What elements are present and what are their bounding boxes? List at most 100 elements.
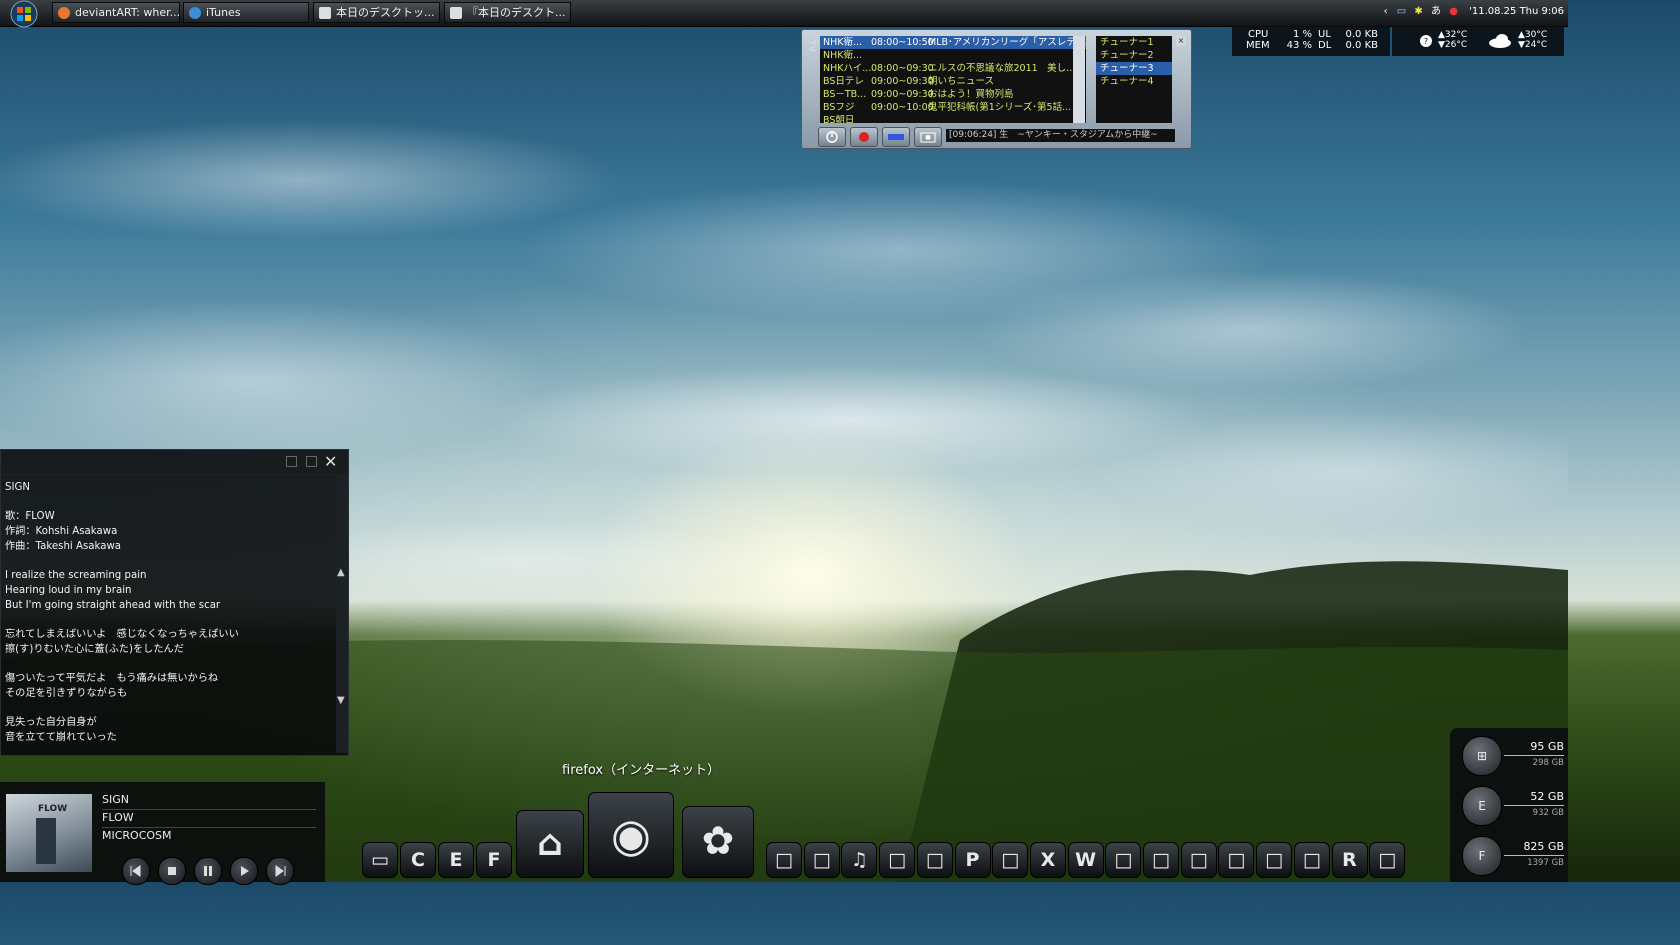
p-icon[interactable]: P	[954, 842, 991, 878]
home-icon[interactable]: ⌂	[516, 810, 584, 878]
computer-icon[interactable]: ▭	[362, 842, 398, 878]
puzzle-icon[interactable]: □	[1105, 842, 1142, 878]
program-channel: BS日テレ	[823, 76, 864, 87]
ime-indicator[interactable]: あ	[1431, 6, 1441, 17]
drive-usage-bar	[1504, 805, 1564, 806]
task-label: iTunes	[206, 6, 241, 19]
lyric-line: 作詞：Kohshi Asakawa	[5, 526, 118, 538]
program-time: 09:00~09:30	[871, 76, 934, 87]
drive-e-icon[interactable]: E	[438, 842, 474, 878]
dock-label: firefox（インターネット）	[562, 763, 721, 778]
today-low: ▼26°C	[1438, 40, 1468, 50]
dl-label: DL	[1318, 40, 1332, 51]
music-icon[interactable]: ♫	[841, 842, 878, 878]
lyric-line	[5, 613, 331, 628]
display-icon[interactable]: □	[1256, 842, 1293, 878]
mem-value: 43 %	[1286, 40, 1312, 51]
clock[interactable]: '11.08.25 Thu 9:06	[1469, 6, 1564, 17]
itunes-dock-icon[interactable]: □	[803, 842, 840, 878]
firefox-dock-icon[interactable]: ◉	[588, 792, 674, 878]
program-row[interactable]: BS－TB... 09:00~09:30おはよう！買物列島	[820, 88, 1086, 101]
power-button[interactable]	[818, 127, 846, 147]
stop-button[interactable]	[158, 857, 186, 885]
previous-button[interactable]	[122, 857, 150, 885]
minimize-icon[interactable]	[286, 456, 297, 467]
program-row[interactable]: BS朝日	[820, 114, 1086, 123]
drive-icon[interactable]: ⊞	[1462, 736, 1502, 776]
program-row[interactable]: BSフジ 09:00~10:00鬼平犯科帳(第1シリーズ･第5話...	[820, 101, 1086, 114]
tuner-list[interactable]: チューナー1 チューナー2 チューナー3 チューナー4	[1096, 36, 1172, 123]
drive-icon[interactable]: F	[1462, 836, 1502, 876]
program-list-scrollbar[interactable]	[1073, 36, 1085, 123]
program-row[interactable]: NHK衛... 08:00~10:50MLB･アメリカンリーグ「アスレティ...	[820, 36, 1086, 49]
drive-total: 298 GB	[1532, 758, 1564, 768]
program-list[interactable]: NHK衛... 08:00~10:50MLB･アメリカンリーグ「アスレティ... N…	[820, 36, 1086, 123]
view-button[interactable]	[882, 127, 910, 147]
w-icon[interactable]: W	[1067, 842, 1104, 878]
program-row[interactable]: NHK衛...	[820, 49, 1086, 62]
task-button-desktop-2[interactable]: 『本日のデスクト...	[444, 2, 571, 23]
drive-total: 1397 GB	[1527, 858, 1564, 868]
clapper-icon[interactable]: □	[916, 842, 953, 878]
tuner-close-button[interactable]: ×	[1176, 36, 1186, 46]
tray-expand-icon[interactable]: ‹	[1384, 6, 1388, 17]
drive-f-icon[interactable]: F	[476, 842, 512, 878]
system-tray: ‹ ▭ ✱ あ ● '11.08.25 Thu 9:06	[1384, 0, 1564, 26]
tuner-item[interactable]: チューナー3	[1096, 62, 1172, 75]
tuner-item[interactable]: チューナー2	[1096, 49, 1172, 62]
power-icon[interactable]: □	[1293, 842, 1330, 878]
user-icon[interactable]: ✱	[1414, 6, 1422, 17]
task-label: 『本日のデスクト...	[467, 6, 566, 19]
next-button[interactable]	[266, 857, 294, 885]
hand-icon[interactable]: □	[879, 842, 916, 878]
drive-c-icon[interactable]: C	[400, 842, 436, 878]
drive-icon[interactable]: E	[1462, 786, 1502, 826]
tool-icon[interactable]: □	[992, 842, 1029, 878]
lyrics-window: ✕ SIGN 歌：FLOW 作詞：Kohshi Asakawa 作曲：Takeshi …	[0, 449, 349, 756]
paint-icon[interactable]: □	[1218, 842, 1255, 878]
task-button-desktop-1[interactable]: 本日のデスクトッ...	[313, 2, 440, 23]
drive-usage-bar	[1504, 855, 1564, 856]
program-time: 09:00~10:00	[871, 102, 934, 113]
lyric-line	[5, 554, 331, 569]
pause-button[interactable]	[194, 857, 222, 885]
network-icon[interactable]: ▭	[1397, 6, 1406, 17]
lyrics-scrollbar[interactable]: ▲ ▼	[336, 475, 348, 753]
program-row[interactable]: BS日テレ 09:00~09:30朝いちニュース	[820, 75, 1086, 88]
window-icon	[450, 7, 462, 19]
security-icon[interactable]: ●	[1449, 6, 1458, 17]
tuner-item[interactable]: チューナー1	[1096, 36, 1172, 49]
blank-icon[interactable]: □	[1369, 842, 1406, 878]
lyric-line: 忘れてしまえばいいよ 感じなくなっちゃえばいい	[5, 628, 239, 640]
lyric-line: Hearing loud in my brain	[5, 584, 132, 596]
program-row[interactable]: NHKハイ...08:00~09:30ニルスの不思議な旅2011 美し...	[820, 62, 1086, 75]
tv-logo-icon: TV	[806, 40, 816, 52]
task-button-itunes[interactable]: iTunes	[183, 2, 309, 23]
record-button[interactable]	[850, 127, 878, 147]
f-icon[interactable]: □	[1143, 842, 1179, 878]
tuner-item[interactable]: チューナー4	[1096, 75, 1172, 88]
program-channel: NHK衛...	[823, 50, 863, 61]
x-icon[interactable]: X	[1029, 842, 1066, 878]
drop-icon[interactable]: □	[1180, 842, 1217, 878]
pause-icon	[204, 866, 212, 876]
close-icon[interactable]: ✕	[324, 450, 337, 474]
itunes-icon	[189, 7, 201, 19]
capture-button[interactable]	[914, 127, 942, 147]
play-button[interactable]	[230, 857, 258, 885]
start-orb-icon[interactable]	[6, 0, 42, 28]
tomorrow-high: ▲30°C	[1518, 30, 1548, 40]
tulip-icon[interactable]: ✿	[682, 806, 754, 878]
stop-icon	[168, 867, 176, 875]
restore-icon[interactable]	[306, 456, 317, 467]
cpu-label: CPU	[1248, 29, 1269, 40]
r-icon[interactable]: R	[1331, 842, 1368, 878]
tv-status-text: [09:06:24] 生 ~ヤンキー・スタジアムから中継~	[946, 129, 1175, 142]
camera-icon[interactable]: □	[766, 842, 802, 878]
task-button-deviantart[interactable]: deviantART: wher...	[52, 2, 180, 23]
scroll-down-icon[interactable]: ▼	[337, 695, 345, 706]
scroll-up-icon[interactable]: ▲	[337, 567, 345, 578]
lyric-line: 歌：FLOW	[5, 511, 55, 523]
drive-free: 52 GB	[1530, 790, 1564, 803]
lyrics-titlebar[interactable]: ✕	[1, 450, 348, 475]
